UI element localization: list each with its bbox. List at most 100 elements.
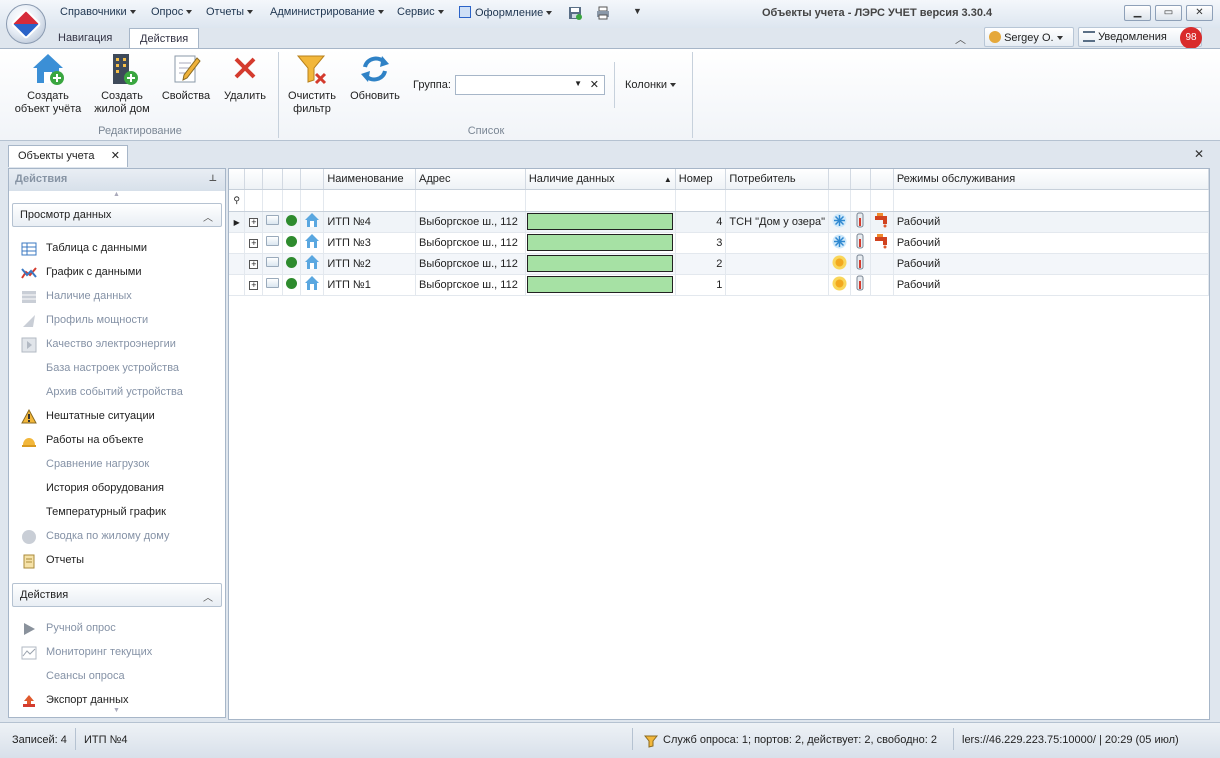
create-object-button[interactable]: Создать объект учёта xyxy=(10,52,86,116)
table-row[interactable]: + ИТП №3 Выборгское ш., 112 3 Рабочий xyxy=(229,232,1209,254)
app-logo-icon[interactable] xyxy=(6,4,46,44)
column-header-name[interactable]: Наименование xyxy=(323,169,416,190)
quick-access-dropdown-icon[interactable]: ▼ xyxy=(633,6,642,16)
user-menu[interactable]: Sergey O. xyxy=(984,27,1074,47)
refresh-button[interactable]: Обновить xyxy=(346,52,404,103)
filter-cell[interactable] xyxy=(244,189,264,212)
column-header-service-mode[interactable]: Режимы обслуживания xyxy=(893,169,1209,190)
save-icon[interactable] xyxy=(568,6,582,20)
nav-item[interactable]: Мониторинг текущих xyxy=(21,643,152,663)
clear-group-icon[interactable]: ✕ xyxy=(590,78,599,91)
filter-cell[interactable] xyxy=(262,189,284,212)
dropdown-arrow-icon[interactable]: ▼ xyxy=(574,79,582,88)
filter-cell[interactable] xyxy=(850,189,871,212)
cell-number: 1 xyxy=(675,274,727,296)
filter-cell[interactable] xyxy=(675,189,727,212)
nav-item[interactable]: Температурный график xyxy=(21,503,166,523)
filter-cell[interactable] xyxy=(525,189,676,212)
nav-item[interactable]: Наличие данных xyxy=(21,287,132,307)
nav-item[interactable]: Сеансы опроса xyxy=(21,667,125,687)
cell-service-mode: Рабочий xyxy=(893,253,1209,275)
scroll-down-icon[interactable]: ▼ xyxy=(113,707,120,714)
snowflake-icon xyxy=(828,211,852,233)
menu-appearance[interactable]: Оформление xyxy=(459,6,553,22)
tab-accounting-objects[interactable]: Объекты учета ✕ xyxy=(8,145,128,167)
nav-item[interactable]: Работы на объекте xyxy=(21,431,144,451)
menu-reports[interactable]: Отчеты xyxy=(206,6,254,22)
expand-button[interactable]: + xyxy=(244,253,264,275)
close-window-button[interactable]: ✕ xyxy=(1186,5,1213,21)
cell-address: Выборгское ш., 112 xyxy=(415,211,526,233)
filter-cell[interactable] xyxy=(893,189,1209,212)
filter-cell[interactable] xyxy=(870,189,894,212)
nav-item[interactable]: Нештатные ситуации xyxy=(21,407,155,427)
selected-object: ИТП №4 xyxy=(84,734,128,746)
nav-item-label: Профиль мощности xyxy=(46,314,149,326)
expand-button[interactable]: + xyxy=(244,211,264,233)
object-type-icon xyxy=(262,253,284,275)
create-house-button[interactable]: Создать жилой дом xyxy=(92,52,152,116)
nav-item[interactable]: Качество электроэнергии xyxy=(21,335,176,355)
records-count: Записей: 4 xyxy=(12,734,67,746)
expand-button[interactable]: + xyxy=(244,232,264,254)
nav-item[interactable]: Сводка по жилому дому xyxy=(21,527,169,547)
section-view-data[interactable]: Просмотр данных ︿ xyxy=(12,203,222,227)
collapse-chevron-icon[interactable]: ︿ xyxy=(203,589,213,604)
collapse-chevron-icon[interactable]: ︿ xyxy=(203,209,213,224)
delete-button[interactable]: Удалить xyxy=(220,52,270,103)
column-header-address[interactable]: Адрес xyxy=(415,169,526,190)
column-header-consumer[interactable]: Потребитель xyxy=(725,169,830,190)
nav-item[interactable]: База настроек устройства xyxy=(21,359,179,379)
print-icon[interactable] xyxy=(596,6,610,20)
services-icon xyxy=(643,734,659,751)
maximize-button[interactable]: ▭ xyxy=(1155,5,1182,21)
nav-item[interactable]: Таблица с данными xyxy=(21,239,147,259)
table-row[interactable]: + ИТП №2 Выборгское ш., 112 2 Рабочий xyxy=(229,253,1209,275)
clear-filter-button[interactable]: Очистить фильтр xyxy=(284,52,340,116)
menu-service[interactable]: Сервис xyxy=(397,6,444,22)
status-dot-icon xyxy=(282,274,302,296)
filter-cell[interactable] xyxy=(828,189,852,212)
nav-item[interactable]: Отчеты xyxy=(21,551,84,571)
nav-item[interactable]: Профиль мощности xyxy=(21,311,148,331)
refresh-icon xyxy=(358,52,392,86)
filter-cell[interactable] xyxy=(725,189,830,212)
filter-row[interactable]: ⚲ xyxy=(229,189,1209,212)
menu-poll[interactable]: Опрос xyxy=(151,6,193,22)
nav-item[interactable]: История оборудования xyxy=(21,479,164,499)
expand-button[interactable]: + xyxy=(244,274,264,296)
table-row[interactable]: ▶ + ИТП №4 Выборгское ш., 112 4 ТСН "Дом у оз… xyxy=(229,211,1209,233)
menu-administration[interactable]: Администрирование xyxy=(270,6,384,22)
pin-icon[interactable]: ⊥ xyxy=(209,173,217,184)
nav-item[interactable]: График с данными xyxy=(21,263,142,283)
close-tab-icon[interactable]: ✕ xyxy=(111,149,120,162)
warning-icon xyxy=(21,408,37,425)
chart-icon xyxy=(21,265,37,281)
column-header-number[interactable]: Номер xyxy=(675,169,727,190)
filter-cell[interactable] xyxy=(300,189,325,212)
filter-cell[interactable] xyxy=(323,189,416,212)
column-header-data-availability[interactable]: Наличие данных ▲ xyxy=(525,169,676,190)
table-row[interactable]: + ИТП №1 Выборгское ш., 112 1 Рабочий xyxy=(229,274,1209,296)
collapse-ribbon-icon[interactable]: ︿ xyxy=(955,31,966,47)
status-dot-icon xyxy=(282,211,302,233)
section-actions[interactable]: Действия ︿ xyxy=(12,583,222,607)
minimize-button[interactable]: ▁ xyxy=(1124,5,1151,21)
nav-item[interactable]: Сравнение нагрузок xyxy=(21,455,149,475)
menu-directories[interactable]: Справочники xyxy=(60,6,136,22)
nav-item-label: Сеансы опроса xyxy=(46,670,125,682)
cell-consumer xyxy=(725,232,830,254)
tab-navigation[interactable]: Навигация xyxy=(48,28,122,48)
close-document-icon[interactable]: ✕ xyxy=(1194,147,1204,161)
house-icon xyxy=(300,253,325,275)
tab-actions[interactable]: Действия xyxy=(129,28,200,49)
notification-count-badge[interactable]: 98 xyxy=(1180,27,1202,49)
group-select[interactable]: ▼ ✕ xyxy=(455,75,605,95)
nav-item[interactable]: Архив событий устройства xyxy=(21,383,183,403)
properties-button[interactable]: Свойства xyxy=(160,52,212,103)
nav-item[interactable]: Ручной опрос xyxy=(21,619,116,639)
scroll-up-icon[interactable]: ▲ xyxy=(113,191,120,198)
filter-cell[interactable] xyxy=(282,189,302,212)
columns-button[interactable]: Колонки xyxy=(625,79,676,91)
filter-cell[interactable] xyxy=(415,189,526,212)
